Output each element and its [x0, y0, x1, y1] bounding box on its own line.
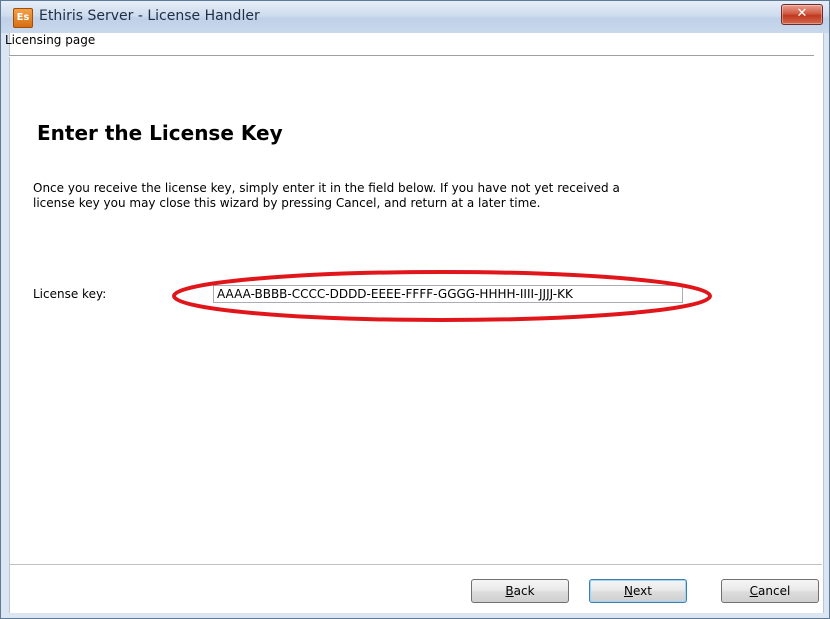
back-button-accelerator: B [505, 584, 514, 598]
app-icon: Es [13, 8, 33, 28]
close-button[interactable]: ✕ [781, 4, 823, 25]
page-title: Enter the License Key [37, 121, 283, 145]
close-icon: ✕ [796, 6, 808, 21]
window-title: Ethiris Server - License Handler [39, 8, 260, 24]
cancel-button-label: ancel [758, 584, 791, 598]
wizard-content [9, 33, 824, 613]
breadcrumb: Licensing page [5, 33, 96, 47]
next-button[interactable]: Next [589, 579, 687, 603]
next-button-label: ext [633, 584, 652, 598]
next-button-accelerator: N [624, 584, 633, 598]
header-divider-highlight [9, 56, 814, 57]
cancel-button[interactable]: Cancel [721, 579, 819, 603]
license-key-input[interactable] [213, 285, 683, 303]
back-button[interactable]: Back [471, 579, 569, 603]
cancel-button-accelerator: C [749, 584, 759, 598]
license-key-label: License key: [33, 287, 107, 301]
license-handler-window: Es Ethiris Server - License Handler ✕ Li… [0, 0, 830, 619]
back-button-label: ack [513, 584, 535, 598]
instructions-text: Once you receive the license key, simply… [33, 181, 620, 210]
footer-divider [9, 564, 822, 565]
title-bar[interactable]: Es Ethiris Server - License Handler ✕ [1, 1, 829, 33]
